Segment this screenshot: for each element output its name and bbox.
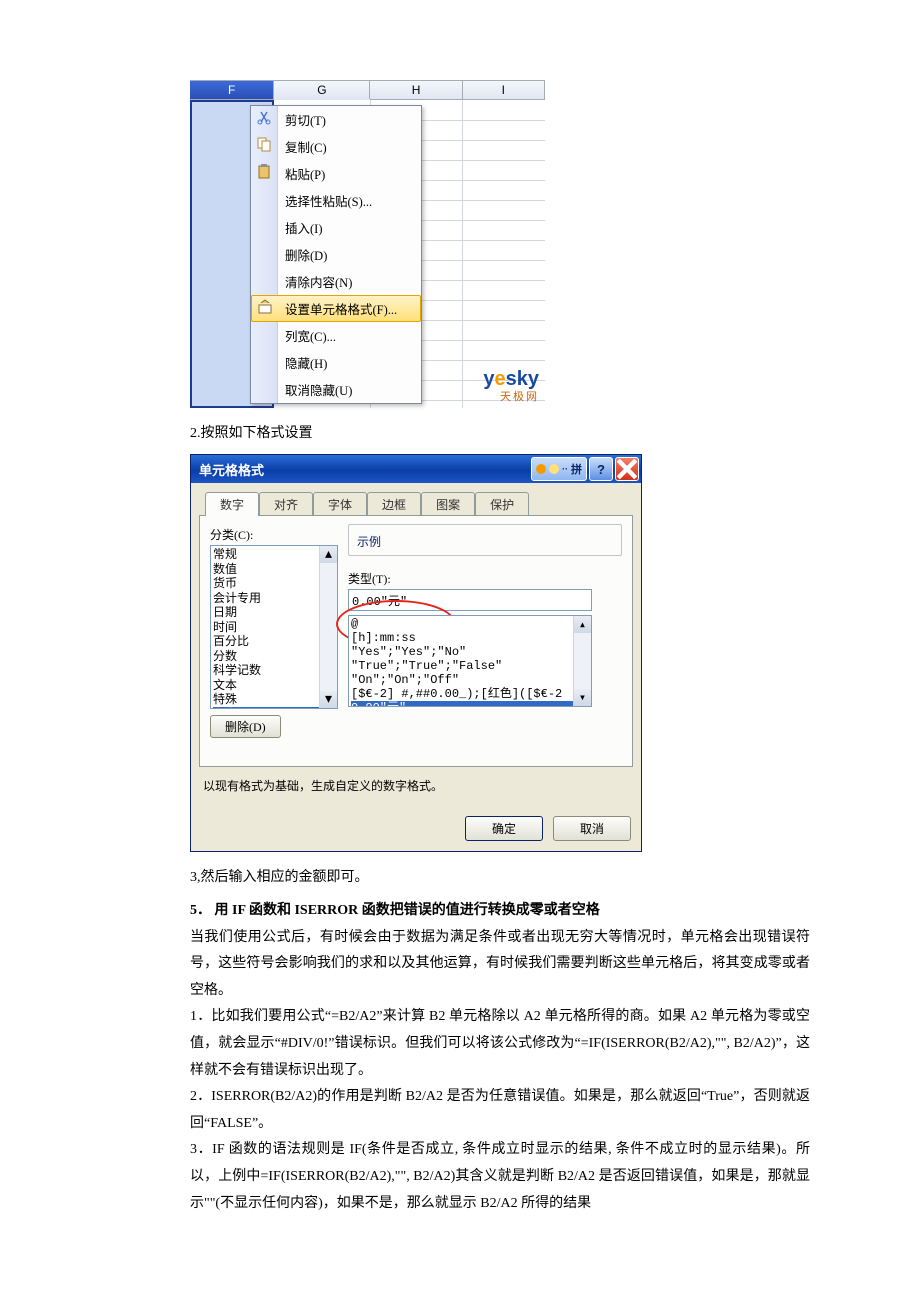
context-menu-item-label: 插入(I) [285,222,323,236]
type-option[interactable]: "Yes";"Yes";"No" [351,645,589,659]
type-option[interactable]: [$€-2] #,##0.00_);[红色]([$€-2 [351,687,589,701]
category-item[interactable]: 百分比 [213,634,335,649]
col-header-g: G [274,81,370,99]
dialog-tab[interactable]: 图案 [421,492,475,516]
copy-icon [255,135,273,153]
context-menu-item-label: 删除(D) [285,249,327,263]
col-header-i: I [463,81,545,100]
scroll-down-icon[interactable]: ▾ [574,689,591,706]
dialog-title: 单元格格式 [199,460,264,479]
category-item[interactable]: 常规 [213,547,335,562]
yesky-logo: yesky 天极网 [483,368,539,404]
category-item[interactable]: 科学记数 [213,663,335,678]
category-label: 分类(C): [210,526,338,543]
context-menu-item-label: 隐藏(H) [285,357,327,371]
category-item[interactable]: 自定义 [213,707,335,710]
type-options-list[interactable]: @[h]:mm:ss"Yes";"Yes";"No""True";"True";… [348,615,592,707]
cancel-button[interactable]: 取消 [553,816,631,841]
dialog-tab[interactable]: 保护 [475,492,529,516]
context-menu-item-label: 取消隐藏(U) [285,384,352,398]
context-menu-item[interactable]: 选择性粘贴(S)... [251,187,421,214]
dialog-tab[interactable]: 边框 [367,492,421,516]
context-menu-item[interactable]: 隐藏(H) [251,349,421,376]
type-option[interactable]: "On";"On";"Off" [351,673,589,687]
context-menu-item[interactable]: 设置单元格格式(F)... [251,295,421,322]
category-item[interactable]: 日期 [213,605,335,620]
context-menu-item[interactable]: 取消隐藏(U) [251,376,421,403]
context-menu-item-label: 选择性粘贴(S)... [285,195,372,209]
category-item[interactable]: 货币 [213,576,335,591]
scrollbar[interactable]: ▴ ▾ [319,546,337,708]
context-menu: 剪切(T) 复制(C) 粘贴(P) 选择性粘贴(S)... 插入(I) 删除(D) 清除内容… [250,105,422,404]
caption-step2: 2.按照如下格式设置 [190,422,830,442]
sample-box: 示例 [348,524,622,556]
dialog-tabs: 数字对齐字体边框图案保护 [205,491,633,515]
category-item[interactable]: 时间 [213,620,335,635]
type-option[interactable]: "True";"True";"False" [351,659,589,673]
context-menu-item-label: 复制(C) [285,141,327,155]
ime-toolbar[interactable]: ·· 拼 [531,457,587,481]
context-menu-item[interactable]: 复制(C) [251,133,421,160]
paste-icon [255,162,273,180]
format-icon [256,298,274,316]
excel-context-menu-screenshot: F G H I 剪切(T)复制(C)粘贴(P)选择性粘贴(S)...插入( [190,80,545,408]
dialog-hint: 以现有格式为基础，生成自定义的数字格式。 [199,767,633,802]
context-menu-item-label: 列宽(C)... [285,330,336,344]
context-menu-item-label: 设置单元格格式(F)... [285,303,397,317]
context-menu-item[interactable]: 清除内容(N) [251,268,421,295]
format-cells-dialog: 单元格格式 ·· 拼 ? 数字对齐字体边框图案保护 分类(C): [190,454,642,852]
sample-label: 示例 [357,535,381,549]
paragraph-3: 3．IF 函数的语法规则是 IF(条件是否成立, 条件成立时显示的结果, 条件不… [190,1137,810,1217]
help-button[interactable]: ? [589,457,613,481]
context-menu-item-label: 剪切(T) [285,114,326,128]
paragraph-intro: 当我们使用公式后，有时候会由于数据为满足条件或者出现无穷大等情况时，单元格会出现… [190,925,810,1005]
context-menu-item[interactable]: 剪切(T) [251,106,421,133]
col-header-f: F [190,81,274,100]
context-menu-item-label: 粘贴(P) [285,168,325,182]
scroll-up-icon[interactable]: ▴ [574,616,591,633]
category-item[interactable]: 文本 [213,678,335,693]
category-item[interactable]: 特殊 [213,692,335,707]
cut-icon [255,108,273,126]
dialog-tab[interactable]: 数字 [205,492,259,516]
scrollbar[interactable]: ▴ ▾ [573,616,591,706]
paragraph-2: 2．ISERROR(B2/A2)的作用是判断 B2/A2 是否为任意错误值。如果… [190,1084,810,1137]
type-option[interactable]: [h]:mm:ss [351,631,589,645]
ok-button[interactable]: 确定 [465,816,543,841]
close-button[interactable] [615,457,639,481]
context-menu-item[interactable]: 粘贴(P) [251,160,421,187]
context-menu-item[interactable]: 列宽(C)... [251,322,421,349]
type-option[interactable]: @ [351,617,589,631]
context-menu-item-label: 清除内容(N) [285,276,352,290]
type-option[interactable]: 0.00"元" [351,701,589,707]
dialog-tab[interactable]: 对齐 [259,492,313,516]
type-label: 类型(T): [348,570,622,587]
category-item[interactable]: 数值 [213,562,335,577]
context-menu-item[interactable]: 删除(D) [251,241,421,268]
dialog-tab[interactable]: 字体 [313,492,367,516]
category-item[interactable]: 会计专用 [213,591,335,606]
category-item[interactable]: 分数 [213,649,335,664]
caption-step3: 3,然后输入相应的金额即可。 [190,866,830,886]
scroll-up-icon[interactable]: ▴ [320,546,337,563]
delete-button[interactable]: 删除(D) [210,715,281,738]
dialog-titlebar: 单元格格式 ·· 拼 ? [191,455,641,483]
scroll-down-icon[interactable]: ▾ [320,691,337,708]
category-list[interactable]: 常规数值货币会计专用日期时间百分比分数科学记数文本特殊自定义 ▴ ▾ [210,545,338,709]
section-5-title: 5． 用 IF 函数和 ISERROR 函数把错误的值进行转换成零或者空格 [190,898,810,925]
col-header-h: H [370,81,462,100]
type-input[interactable] [348,589,592,611]
close-icon [616,458,638,480]
context-menu-item[interactable]: 插入(I) [251,214,421,241]
paragraph-1: 1．比如我们要用公式“=B2/A2”来计算 B2 单元格除以 A2 单元格所得的… [190,1004,810,1084]
